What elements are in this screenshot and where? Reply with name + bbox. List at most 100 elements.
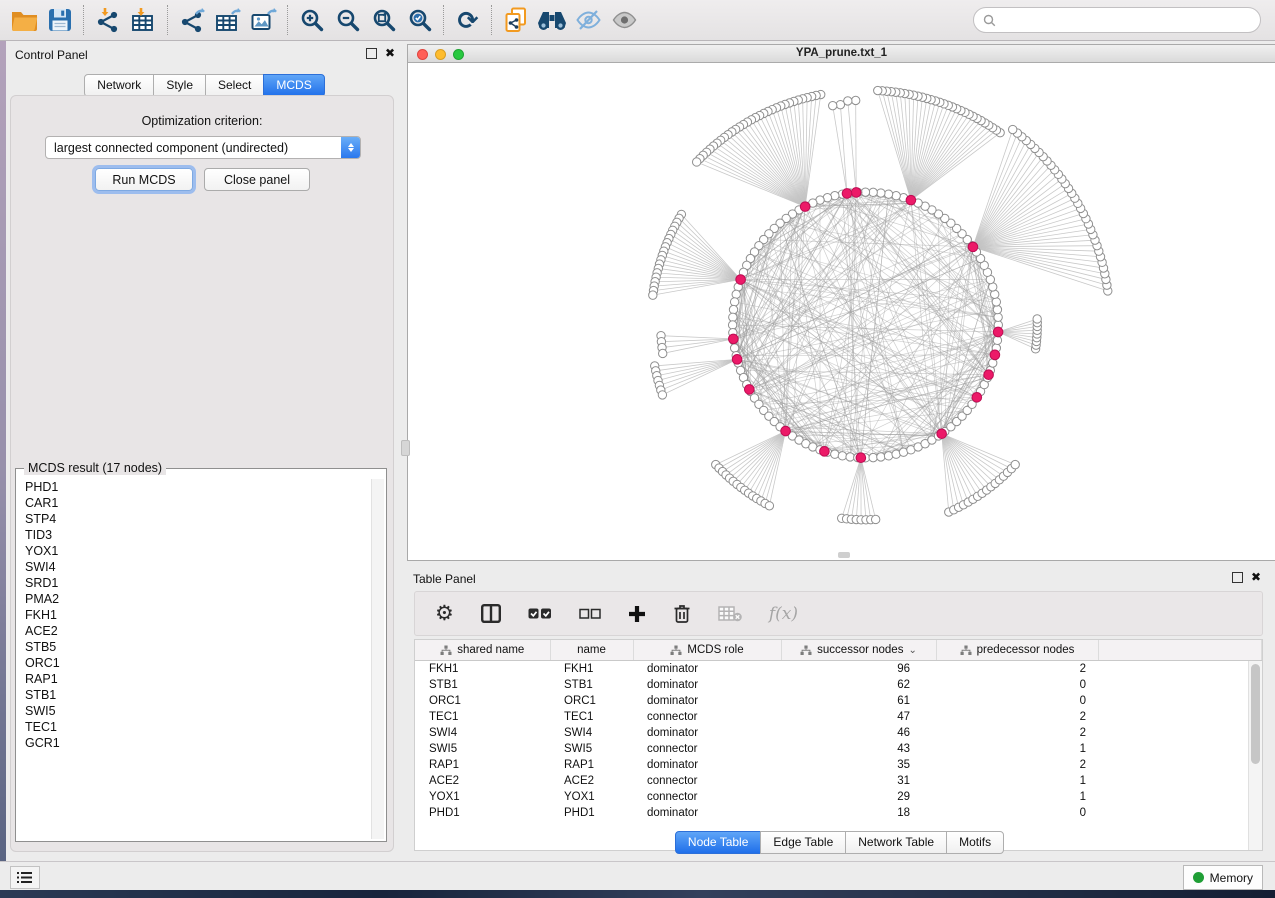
table-cell: 0 (936, 805, 1098, 821)
table-row[interactable]: SWI5SWI5connector431 (415, 741, 1262, 757)
tab-node-table[interactable]: Node Table (675, 831, 762, 854)
tab-select[interactable]: Select (205, 74, 264, 97)
mcds-result-item[interactable]: SRD1 (18, 575, 372, 591)
table-scrollbar-thumb[interactable] (1251, 664, 1260, 764)
criterion-select[interactable]: largest connected component (undirected) (45, 136, 361, 159)
close-table-panel-icon[interactable]: ✖ (1251, 571, 1261, 583)
export-table-button[interactable] (210, 3, 246, 37)
export-image-button[interactable] (246, 3, 282, 37)
refresh-button[interactable]: ⟳ (450, 3, 486, 37)
settings-button[interactable]: ⚙ (435, 603, 454, 624)
table-cell: 1 (936, 741, 1098, 757)
clone-network-button[interactable] (498, 3, 534, 37)
tab-network-table[interactable]: Network Table (845, 831, 947, 854)
find-button[interactable] (534, 3, 570, 37)
show-all-button[interactable] (606, 3, 642, 37)
close-panel-icon[interactable]: ✖ (385, 47, 395, 59)
table-row[interactable]: TEC1TEC1connector472 (415, 709, 1262, 725)
open-file-button[interactable] (6, 3, 42, 37)
table-row[interactable]: ACE2ACE2connector311 (415, 773, 1262, 789)
table-cell: 1 (936, 789, 1098, 805)
table-row[interactable]: PHD1PHD1dominator180 (415, 805, 1262, 821)
mcds-result-item[interactable]: STP4 (18, 511, 372, 527)
table-scrollbar[interactable] (1248, 661, 1262, 850)
float-panel-icon[interactable] (366, 48, 377, 59)
network-window-titlebar[interactable]: YPA_prune.txt_1 (408, 45, 1275, 63)
mcds-result-item[interactable]: YOX1 (18, 543, 372, 559)
mcds-result-item[interactable]: ACE2 (18, 623, 372, 639)
hide-unselected-button[interactable] (570, 3, 606, 37)
panel-splitter-handle[interactable] (401, 440, 410, 456)
import-network-button[interactable] (90, 3, 126, 37)
optimization-criterion-label: Optimization criterion: (11, 114, 393, 128)
zoom-in-button[interactable] (294, 3, 330, 37)
mcds-list-scrollbar[interactable] (371, 479, 384, 839)
mcds-result-item[interactable]: SWI4 (18, 559, 372, 575)
mcds-result-item[interactable]: TEC1 (18, 719, 372, 735)
delete-row-button[interactable] (673, 604, 691, 624)
column-header-mcds-role[interactable]: MCDS role (633, 640, 781, 661)
canvas-hscroll-thumb[interactable] (838, 552, 850, 558)
mcds-result-item[interactable]: PMA2 (18, 591, 372, 607)
mcds-result-item[interactable]: FKH1 (18, 607, 372, 623)
table-row[interactable]: SWI4SWI4dominator462 (415, 725, 1262, 741)
mcds-result-item[interactable]: STB5 (18, 639, 372, 655)
zoom-selected-button[interactable] (402, 3, 438, 37)
table-cell-filler (1098, 741, 1262, 757)
close-panel-button[interactable]: Close panel (204, 168, 310, 191)
column-header-name[interactable]: name (550, 640, 633, 661)
tab-motifs[interactable]: Motifs (946, 831, 1004, 854)
open-file-icon (11, 9, 38, 32)
deselect-all-button[interactable] (579, 608, 601, 620)
table-row[interactable]: RAP1RAP1dominator352 (415, 757, 1262, 773)
mcds-result-list[interactable]: PHD1CAR1STP4TID3YOX1SWI4SRD1PMA2FKH1ACE2… (18, 479, 372, 839)
zoom-out-button[interactable] (330, 3, 366, 37)
window-minimize-button[interactable] (435, 49, 446, 60)
table-cell: SWI5 (550, 741, 633, 757)
mcds-result-item[interactable]: TID3 (18, 527, 372, 543)
task-history-button[interactable] (10, 866, 40, 889)
table-row[interactable]: STB1STB1dominator620 (415, 677, 1262, 693)
float-table-panel-icon[interactable] (1232, 572, 1243, 583)
import-table-button[interactable] (126, 3, 162, 37)
window-close-button[interactable] (417, 49, 428, 60)
mcds-result-item[interactable]: GCR1 (18, 735, 372, 751)
save-session-icon (48, 8, 72, 32)
window-zoom-button[interactable] (453, 49, 464, 60)
column-header-shared-name[interactable]: shared name (415, 640, 550, 661)
memory-status-icon (1193, 872, 1204, 883)
column-header-successor-nodes[interactable]: successor nodes⌄ (781, 640, 936, 661)
run-mcds-button[interactable]: Run MCDS (95, 168, 193, 191)
save-session-button[interactable] (42, 3, 78, 37)
table-cell: FKH1 (550, 661, 633, 678)
select-all-button[interactable] (528, 607, 552, 621)
export-network-button[interactable] (174, 3, 210, 37)
tab-edge-table[interactable]: Edge Table (760, 831, 846, 854)
add-row-icon (628, 605, 646, 623)
network-graph[interactable] (408, 63, 1275, 560)
add-row-button[interactable] (628, 605, 646, 623)
column-header-predecessor-nodes[interactable]: predecessor nodes (936, 640, 1098, 661)
tab-mcds[interactable]: MCDS (263, 74, 324, 97)
network-canvas[interactable] (408, 63, 1275, 560)
search-input[interactable] (1002, 12, 1251, 28)
table-row[interactable]: FKH1FKH1dominator962 (415, 661, 1262, 678)
table-cell: SWI5 (415, 741, 550, 757)
export-table-icon (215, 8, 241, 33)
mcds-result-item[interactable]: ORC1 (18, 655, 372, 671)
mcds-result-item[interactable]: CAR1 (18, 495, 372, 511)
zoom-fit-button[interactable] (366, 3, 402, 37)
mcds-result-item[interactable]: RAP1 (18, 671, 372, 687)
table-cell: 46 (781, 725, 936, 741)
mcds-result-item[interactable]: SWI5 (18, 703, 372, 719)
memory-button[interactable]: Memory (1183, 865, 1263, 890)
columns-button[interactable] (481, 604, 501, 623)
table-row[interactable]: YOX1YOX1connector291 (415, 789, 1262, 805)
mcds-result-item[interactable]: STB1 (18, 687, 372, 703)
column-label: name (577, 644, 606, 656)
tab-network[interactable]: Network (84, 74, 154, 97)
table-row[interactable]: ORC1ORC1dominator610 (415, 693, 1262, 709)
mcds-result-item[interactable]: PHD1 (18, 479, 372, 495)
settings-icon: ⚙ (435, 603, 454, 624)
tab-style[interactable]: Style (153, 74, 206, 97)
